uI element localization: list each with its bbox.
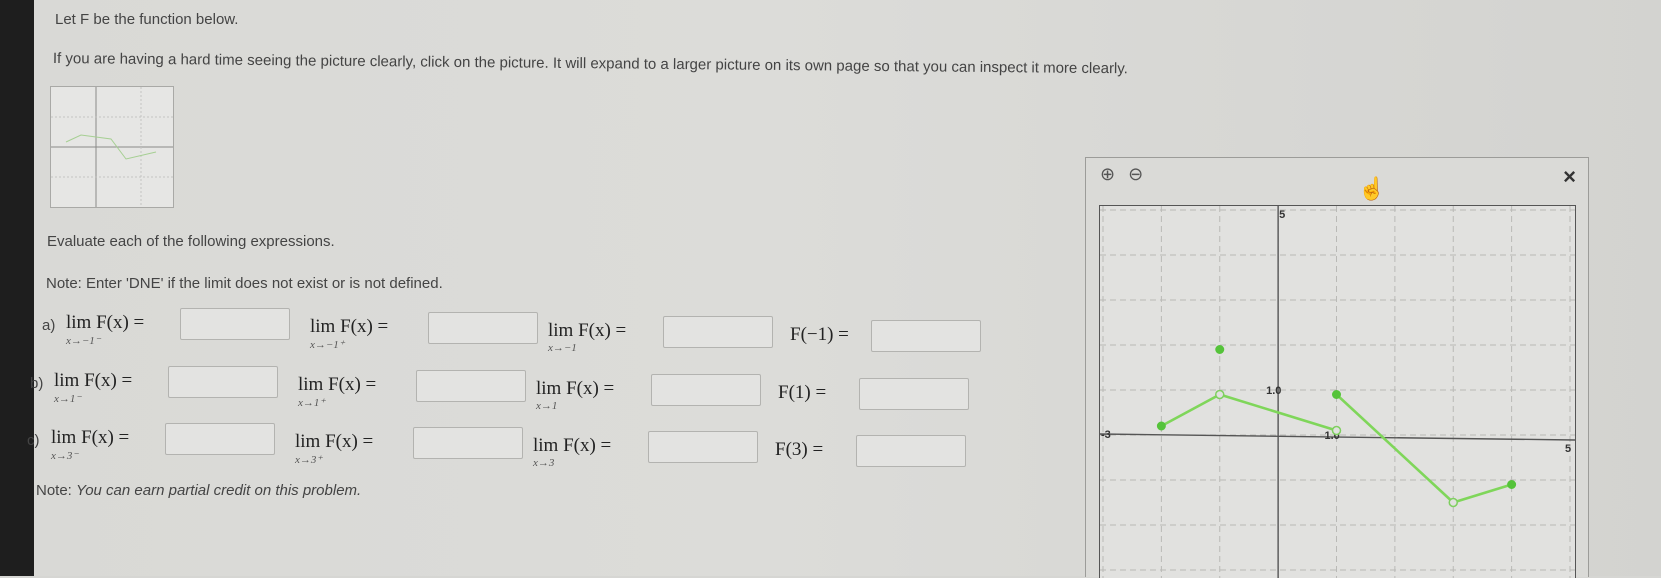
closed-point: [1332, 390, 1341, 399]
limit-expression: lim F(x) = x→3⁺: [295, 431, 374, 466]
x-axis-max-label: 5: [1565, 443, 1571, 455]
answer-field[interactable]: [166, 424, 278, 456]
limit-expression: lim F(x) = x→3: [533, 435, 612, 469]
answer-field[interactable]: [664, 317, 776, 349]
limit-subscript: x→1⁺: [298, 397, 326, 409]
graph-thumbnail[interactable]: [50, 86, 174, 208]
expression-text: lim F(x) =: [548, 320, 627, 341]
evaluate-instruction: Evaluate each of the following expressio…: [47, 233, 335, 250]
limit-expression: F(−1) =: [790, 324, 849, 346]
dark-left-edge: [0, 0, 34, 576]
limit-expression: lim F(x) = x→1: [536, 378, 615, 412]
expression-text: lim F(x) =: [295, 431, 374, 452]
function-graph: 5-351.01.0: [1100, 206, 1575, 578]
limit-subscript: x→1: [536, 400, 558, 412]
answer-field[interactable]: [169, 367, 281, 399]
limit-subscript: x→−1: [548, 342, 577, 354]
answer-input[interactable]: [165, 423, 278, 456]
expression-text: F(1) =: [778, 382, 827, 403]
expression-text: F(3) =: [775, 439, 824, 460]
answer-input[interactable]: [663, 316, 776, 349]
limit-expression: lim F(x) = x→1⁻: [54, 370, 133, 405]
answer-field[interactable]: [429, 313, 541, 345]
answer-field[interactable]: [872, 321, 984, 353]
note-label: Note:: [36, 482, 72, 499]
limit-expression: lim F(x) = x→1⁺: [298, 374, 377, 409]
partial-credit-note: Note: You can earn partial credit on thi…: [36, 482, 361, 499]
limit-expression: F(3) =: [775, 439, 823, 461]
answer-field[interactable]: [652, 375, 764, 407]
zoom-controls: ⊕ ⊖: [1100, 164, 1143, 185]
thumbnail-plot: [51, 87, 173, 207]
row-label: a): [42, 317, 56, 334]
limit-expression: lim F(x) = x→−1: [548, 320, 627, 354]
limit-subscript: x→3⁺: [295, 454, 323, 466]
limit-expression: lim F(x) = x→3⁻: [51, 427, 130, 462]
hand-cursor-icon: ☝: [1358, 176, 1386, 201]
row-label: b): [30, 375, 44, 392]
limit-subscript: x→−1⁺: [310, 339, 345, 351]
limit-subscript: x→1⁻: [54, 393, 82, 405]
limit-subscript: x→3: [533, 457, 555, 469]
answer-input[interactable]: [871, 320, 984, 353]
answer-field[interactable]: [414, 428, 526, 460]
closed-point: [1507, 480, 1517, 489]
expression-text: lim F(x) =: [533, 435, 612, 456]
answer-input[interactable]: [428, 312, 541, 345]
open-point: [1331, 425, 1342, 436]
answer-field[interactable]: [860, 379, 972, 411]
graph-plot-area[interactable]: 5 -3 5 1.0 1.0: [1099, 205, 1576, 578]
graph-popup: ⊕ ⊖ ☝ × 5 -3 5 1.0 1.0: [1085, 157, 1589, 578]
open-point: [1215, 389, 1225, 400]
limit-expression: F(1) =: [778, 382, 826, 404]
y-tick-label: 1.0: [1266, 385, 1281, 397]
note-text: You can earn partial credit on this prob…: [76, 482, 362, 499]
expression-text: lim F(x) =: [536, 378, 615, 399]
limit-subscript: x→3⁻: [51, 450, 79, 462]
expression-text: lim F(x) =: [54, 370, 133, 391]
answer-input[interactable]: [180, 308, 293, 341]
expression-text: lim F(x) =: [310, 316, 389, 337]
x-axis-min-label: -3: [1101, 429, 1111, 441]
row-label: c): [27, 432, 40, 449]
open-point: [1448, 497, 1458, 508]
intro-line-1: Let F be the function below.: [55, 11, 239, 28]
answer-input[interactable]: [413, 427, 526, 460]
expression-text: lim F(x) =: [298, 374, 377, 395]
answer-field[interactable]: [181, 309, 293, 341]
answer-input[interactable]: [168, 366, 281, 399]
answer-field[interactable]: [649, 432, 761, 464]
y-axis-max-label: 5: [1279, 209, 1285, 221]
limit-expression: lim F(x) = x→−1⁺: [310, 316, 389, 351]
close-icon[interactable]: ×: [1563, 164, 1576, 190]
limit-expression: lim F(x) = x→−1⁻: [66, 312, 145, 347]
closed-point: [1156, 421, 1166, 431]
zoom-in-icon[interactable]: ⊕: [1100, 164, 1115, 184]
expression-text: lim F(x) =: [66, 312, 145, 333]
answer-input[interactable]: [856, 435, 969, 468]
graph-segment: [1160, 393, 1221, 428]
graph-segment: [1452, 483, 1513, 504]
limit-subscript: x→−1⁻: [66, 335, 101, 347]
answer-input[interactable]: [648, 431, 761, 464]
dne-note: Note: Enter 'DNE' if the limit does not …: [46, 275, 443, 292]
expression-text: lim F(x) =: [51, 427, 130, 448]
answer-input[interactable]: [651, 374, 764, 407]
closed-point: [1215, 345, 1225, 354]
zoom-out-icon[interactable]: ⊖: [1128, 164, 1143, 184]
answer-field[interactable]: [857, 436, 969, 468]
answer-input[interactable]: [416, 370, 529, 403]
expression-text: F(−1) =: [790, 324, 849, 345]
answer-field[interactable]: [417, 371, 529, 403]
answer-input[interactable]: [859, 378, 972, 411]
